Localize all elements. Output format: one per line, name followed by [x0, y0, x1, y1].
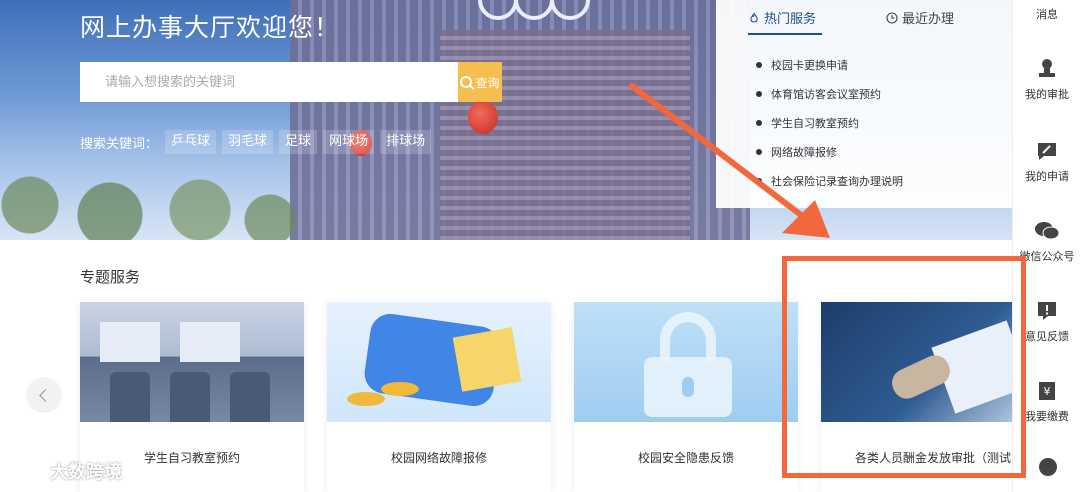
panel-tabs: 热门服务 最近办理	[748, 8, 954, 27]
carousel-prev-button[interactable]	[26, 377, 62, 413]
keyword-tag[interactable]: 乒乓球	[165, 130, 217, 154]
section-title: 专题服务	[80, 268, 141, 286]
tab-label: 热门服务	[764, 12, 817, 27]
search-input[interactable]	[80, 62, 458, 102]
service-card[interactable]: 校园安全隐患反馈	[574, 302, 798, 492]
keyword-tag[interactable]: 羽毛球	[222, 130, 274, 154]
hot-services-panel: 热门服务 最近办理 校园卡更换申请 体育馆访客会议室预约 学生自习教室预约 网络…	[716, 0, 1012, 208]
annotation-highlight-box	[782, 256, 1026, 478]
clock-icon	[886, 11, 898, 24]
sidebar-item-messages[interactable]: 消息	[1013, 6, 1080, 22]
feedback-icon	[1036, 300, 1058, 322]
wallet-illustration	[327, 302, 551, 422]
active-tab-indicator	[748, 33, 822, 35]
sidebar-item-label: 我的审批	[1025, 88, 1069, 101]
tab-hot-services[interactable]: 热门服务	[748, 8, 816, 27]
approval-stamp-icon	[1036, 58, 1058, 80]
hero-title: 网上办事大厅欢迎您！	[80, 13, 341, 42]
sidebar-item-approvals[interactable]: 我的审批	[1013, 58, 1080, 102]
keywords-label: 搜索关键词：	[80, 136, 159, 152]
hot-service-item[interactable]: 校园卡更换申请	[756, 50, 903, 79]
page-root: 网上办事大厅欢迎您！ 查询 搜索关键词： 乒乓球 羽毛球 足球 网球场 排球场 …	[0, 0, 1080, 492]
card-label: 校园网络故障报修	[390, 451, 487, 465]
lantern-graphic	[468, 100, 498, 134]
sidebar-item-label: 我的申请	[1025, 170, 1069, 183]
watermark-logo-icon	[9, 460, 45, 477]
olympic-rings-graphic	[478, 0, 598, 40]
tab-recent[interactable]: 最近办理	[886, 8, 954, 27]
keyword-tag[interactable]: 足球	[279, 130, 318, 154]
fire-icon	[748, 12, 760, 24]
banner-trees-graphic	[0, 175, 300, 240]
watermark-text: 大数跨境	[50, 462, 122, 483]
search-button[interactable]: 查询	[458, 62, 502, 102]
hot-service-item[interactable]: 体育馆访客会议室预约	[756, 79, 903, 108]
keyword-row: 搜索关键词： 乒乓球 羽毛球 足球 网球场 排球场	[80, 130, 432, 154]
chevron-left-icon	[39, 388, 52, 402]
search-icon	[460, 76, 473, 88]
hot-service-item[interactable]: 网络故障报修	[756, 137, 903, 166]
svg-text:¥: ¥	[1044, 385, 1051, 398]
keyword-tag[interactable]: 网球场	[323, 130, 375, 154]
study-room-image	[80, 302, 304, 422]
wechat-icon	[1034, 220, 1060, 242]
watermark: 大数跨境	[8, 458, 122, 484]
card-label: 校园安全隐患反馈	[637, 451, 734, 465]
hot-service-item[interactable]: 学生自习教室预约	[756, 108, 903, 137]
tab-label: 最近办理	[902, 12, 955, 27]
hot-service-item[interactable]: 社会保险记录查询办理说明	[756, 166, 903, 195]
keyword-tag[interactable]: 排球场	[380, 130, 432, 154]
edit-application-icon	[1036, 140, 1058, 162]
search-button-label: 查询	[475, 75, 500, 90]
hot-service-list: 校园卡更换申请 体育馆访客会议室预约 学生自习教室预约 网络故障报修 社会保险记…	[756, 50, 903, 195]
sidebar-more-icon[interactable]	[1039, 458, 1057, 476]
sidebar-item-applications[interactable]: 我的申请	[1013, 140, 1080, 184]
search-bar: 查询	[80, 62, 502, 102]
payment-icon: ¥	[1036, 380, 1058, 402]
service-card[interactable]: 校园网络故障报修	[327, 302, 551, 492]
padlock-illustration	[574, 302, 798, 422]
sidebar-item-label: 消息	[1036, 8, 1058, 21]
